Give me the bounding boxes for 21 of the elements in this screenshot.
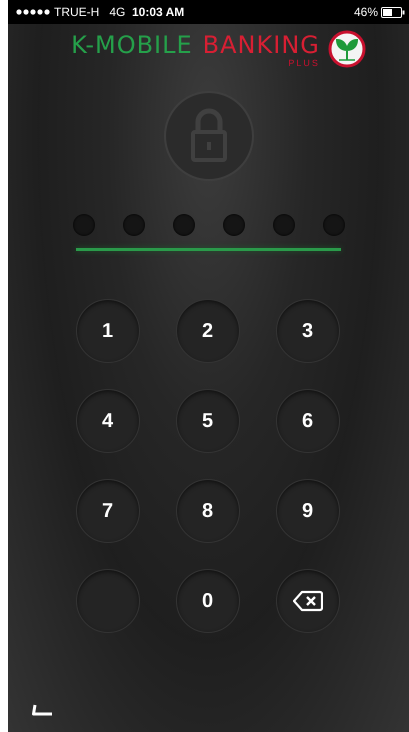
clock-time: 10:03 AM bbox=[132, 5, 184, 19]
logo-text: K-MOBILE bbox=[71, 30, 193, 58]
logo-text: BANKING bbox=[202, 30, 320, 58]
network-type: 4G bbox=[109, 5, 126, 19]
backspace-icon bbox=[292, 590, 322, 612]
battery-icon bbox=[381, 6, 405, 18]
digit-key[interactable]: 7 bbox=[76, 479, 140, 543]
digit-key[interactable]: 9 bbox=[276, 479, 340, 543]
battery-percent: 46% bbox=[354, 5, 378, 19]
carrier-name: TRUE-H bbox=[54, 5, 100, 19]
digit-key[interactable]: 6 bbox=[276, 389, 340, 453]
digit-key[interactable]: 1 bbox=[76, 299, 140, 363]
digit-key[interactable]: 4 bbox=[76, 389, 140, 453]
digit-key[interactable]: 3 bbox=[276, 299, 340, 363]
logo-subtext: PLUS bbox=[288, 58, 320, 68]
digit-key[interactable]: 8 bbox=[176, 479, 240, 543]
digit-key[interactable]: 2 bbox=[176, 299, 240, 363]
digit-key[interactable]: 0 bbox=[176, 569, 240, 633]
leaf-logo-icon bbox=[328, 30, 366, 68]
signal-icon bbox=[16, 9, 50, 15]
digit-key[interactable]: 5 bbox=[176, 389, 240, 453]
